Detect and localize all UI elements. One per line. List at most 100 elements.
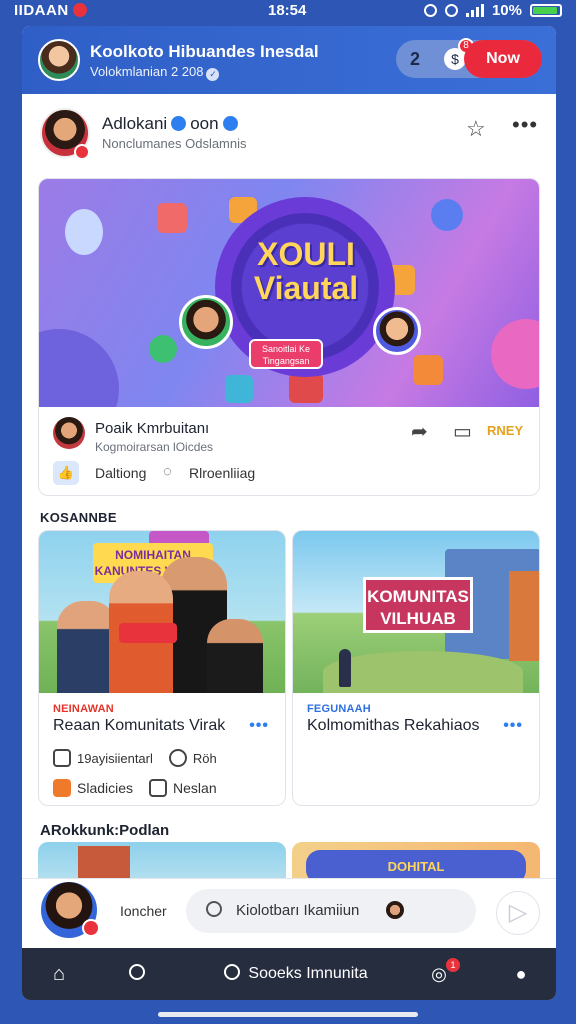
like-icon[interactable]: 👍: [53, 461, 79, 485]
poster-avatar[interactable]: [53, 417, 85, 449]
search-icon: [129, 964, 145, 980]
verified-icon: ✓: [206, 68, 220, 81]
person-figure: [207, 619, 263, 693]
author-name[interactable]: Adlokani oon: [102, 114, 242, 134]
star-icon: [431, 199, 463, 231]
live-pill[interactable]: 2 $ 8 Now: [396, 38, 542, 78]
community-title: Koolkoto Hibuandes Inesdal: [90, 42, 319, 61]
banner-headline: XOULI Viautal: [253, 236, 359, 306]
clock: 18:54: [268, 2, 307, 19]
hill-shape: [323, 651, 523, 693]
alarm-icon: [423, 4, 437, 17]
card-stats: 19ayisiientarl Röh: [53, 749, 217, 767]
home-indicator[interactable]: [158, 1012, 418, 1017]
building-shape: [78, 846, 130, 882]
search-placeholder: Kiolotbarı Ikamiiun: [236, 902, 360, 919]
community-card[interactable]: KOMUNITAS VILHUAB FEGUNAAH Kolmomithas R…: [292, 530, 540, 806]
member-avatar: [373, 307, 421, 355]
like-button[interactable]: Daltiong: [95, 465, 146, 481]
card-title[interactable]: Reaan Komunitats Virak: [53, 717, 225, 735]
link-1[interactable]: Sladicies: [77, 780, 133, 796]
bookmark-icon[interactable]: ☆: [466, 116, 486, 142]
gift-icon: [289, 373, 323, 403]
reward-label[interactable]: RNEY: [487, 423, 523, 438]
section-title: KOSANNBE: [40, 510, 117, 525]
square-icon: [149, 779, 168, 797]
verified-icon: [171, 116, 187, 131]
more-options-icon[interactable]: •••: [512, 112, 538, 138]
post-footer: Poaik Kmrbuitanı Kogmoirarsan lOicdes ➦ …: [39, 407, 539, 495]
featured-banner[interactable]: XOULI Viautal Sanoitlai Ke Tingangsan: [39, 179, 539, 407]
post-meta: Nonclumanes Odslamnis: [102, 136, 247, 151]
card-title[interactable]: Kolmomithas Rekahiaos: [307, 717, 480, 735]
poster-name[interactable]: Poaik Kmrbuitanı: [95, 420, 209, 437]
music-icon: [157, 203, 187, 233]
composer-label: Ioncher: [120, 903, 167, 919]
composer-bar: Ioncher Kiolotbarı Ikamiiun ▷: [22, 878, 556, 948]
app-window: Koolkoto Hibuandes Inesdal Volokmlanian …: [22, 26, 556, 1000]
avatar-badge-icon: [74, 144, 90, 160]
banner-tag: Sanoitlai Ke Tingangsan: [249, 339, 323, 369]
comment-button[interactable]: Rlroenliiag: [189, 465, 255, 481]
viewer-count: 2: [410, 49, 421, 69]
comment-icon[interactable]: ▭: [453, 419, 472, 444]
more-options-icon[interactable]: •••: [503, 717, 523, 735]
mini-avatar: [386, 901, 404, 919]
home-icon[interactable]: ⌂: [44, 948, 74, 1000]
card-image[interactable]: NOMIHAITAN KANUNTES VIODAB: [39, 531, 285, 693]
person-figure: [339, 649, 351, 687]
music-icon: [149, 335, 177, 363]
post-header: Adlokani oon Nonclumanes Odslamnis ☆ •••: [22, 106, 556, 176]
card-image[interactable]: KOMUNITAS VILHUAB: [293, 531, 539, 693]
decor-shape: [39, 329, 119, 407]
card-sign: KOMUNITAS VILHUAB: [363, 577, 473, 633]
chat-bubble-icon[interactable]: ◌: [163, 463, 172, 480]
battery-percent: 10%: [491, 2, 522, 19]
person-figure: [57, 601, 117, 693]
signal-icon: [465, 4, 484, 17]
comment-icon[interactable]: [168, 749, 187, 767]
poster-meta: Kogmoirarsan lOicdes: [95, 440, 214, 454]
featured-post-card[interactable]: XOULI Viautal Sanoitlai Ke Tingangsan Poa…: [38, 178, 540, 496]
send-button[interactable]: ▷: [496, 891, 540, 935]
community-avatar[interactable]: [38, 39, 80, 81]
chat-icon: [413, 355, 443, 385]
play-icon: [225, 375, 253, 403]
sync-icon: [444, 4, 458, 17]
status-icons: 10%: [423, 2, 562, 19]
status-bar: IIDAAN 18:54 10%: [0, 0, 576, 22]
building-shape: [509, 571, 539, 661]
battery-icon: [530, 4, 562, 17]
community-card-peek[interactable]: DOHITAL: [292, 842, 540, 882]
doc-icon: [53, 779, 71, 797]
balloon-icon: [65, 209, 103, 255]
search-icon: [206, 901, 222, 917]
community-card[interactable]: NOMIHAITAN KANUNTES VIODAB NEINAWAN Reaa…: [38, 530, 286, 806]
notifications-tab[interactable]: ◎ 1: [424, 948, 460, 1000]
decor-shape: [491, 319, 539, 389]
section-title: ARokkunk:Podlan: [40, 822, 170, 839]
carrier-label: IIDAAN: [14, 2, 87, 19]
search-tab[interactable]: [122, 948, 152, 1000]
community-card-peek[interactable]: [38, 842, 286, 882]
profile-tab[interactable]: ●: [506, 948, 536, 1000]
link-2[interactable]: Neslan: [173, 780, 217, 796]
verified-icon: [222, 116, 238, 131]
search-input[interactable]: Kiolotbarı Ikamiiun: [186, 889, 476, 933]
card-links: Sladicies Neslan: [53, 779, 217, 797]
share-icon[interactable]: ➦: [411, 419, 428, 444]
like-icon[interactable]: [53, 749, 71, 767]
avatar-badge-icon: [82, 919, 100, 937]
card-category: NEINAWAN: [53, 703, 114, 715]
app-header: Koolkoto Hibuandes Inesdal Volokmlanian …: [22, 26, 556, 94]
now-button[interactable]: Now: [464, 40, 542, 78]
search-icon: [224, 964, 241, 980]
tag-label-shape: [119, 623, 177, 643]
notification-badge: 1: [446, 958, 460, 972]
community-search-tab[interactable]: Sooeks Imnunita: [206, 948, 386, 1000]
card-category: FEGUNAAH: [307, 703, 371, 715]
more-options-icon[interactable]: •••: [249, 717, 269, 735]
member-avatar: [179, 295, 233, 349]
community-subtitle: Volokmlanian 2 208 ✓: [90, 64, 220, 81]
bottom-tab-bar: ⌂ Sooeks Imnunita ◎ 1 ●: [22, 948, 556, 1000]
